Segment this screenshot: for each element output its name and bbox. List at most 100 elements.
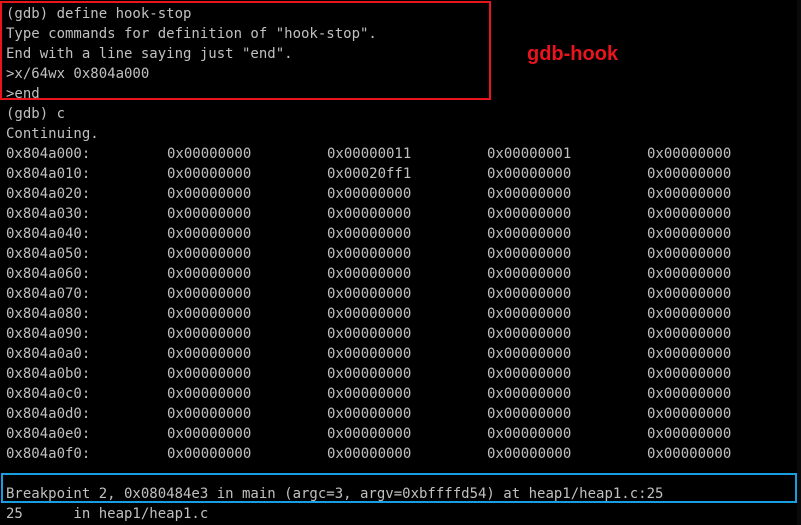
breakpoint-highlight-box bbox=[1, 473, 797, 503]
memory-word: 0x00000000 bbox=[167, 446, 252, 462]
memory-address: 0x804a050: bbox=[6, 246, 91, 262]
memory-row: 0x804a010: 0x00000000 0x00020ff1 0x00000000… bbox=[0, 164, 801, 184]
memory-word: 0x00000000 bbox=[647, 326, 732, 342]
memory-word: 0x00000000 bbox=[167, 306, 252, 322]
memory-word: 0x00000000 bbox=[167, 386, 252, 402]
gdb-continuing-line: Continuing. bbox=[6, 126, 99, 142]
memory-word: 0x00000000 bbox=[167, 286, 252, 302]
memory-row: 0x804a0b0: 0x00000000 0x00000000 0x00000000… bbox=[0, 364, 801, 384]
memory-word: 0x00000000 bbox=[327, 186, 412, 202]
memory-word: 0x00000000 bbox=[327, 406, 412, 422]
memory-word: 0x00000000 bbox=[487, 266, 572, 282]
memory-word: 0x00000000 bbox=[647, 286, 732, 302]
memory-address: 0x804a0a0: bbox=[6, 346, 91, 362]
memory-word: 0x00000000 bbox=[327, 286, 412, 302]
memory-word: 0x00000000 bbox=[647, 166, 732, 182]
memory-row: 0x804a0a0: 0x00000000 0x00000000 0x00000000… bbox=[0, 344, 801, 364]
memory-word: 0x00000000 bbox=[487, 166, 572, 182]
memory-word: 0x00000011 bbox=[327, 146, 412, 162]
memory-address: 0x804a060: bbox=[6, 266, 91, 282]
memory-word: 0x00000000 bbox=[647, 246, 732, 262]
memory-word: 0x00000000 bbox=[167, 186, 252, 202]
memory-word: 0x00000000 bbox=[647, 266, 732, 282]
memory-word: 0x00000000 bbox=[647, 306, 732, 322]
memory-word: 0x00000000 bbox=[487, 186, 572, 202]
memory-word: 0x00000000 bbox=[647, 346, 732, 362]
memory-row: 0x804a090: 0x00000000 0x00000000 0x00000000… bbox=[0, 324, 801, 344]
memory-word: 0x00000000 bbox=[167, 206, 252, 222]
memory-word: 0x00000000 bbox=[487, 406, 572, 422]
memory-address: 0x804a070: bbox=[6, 286, 91, 302]
memory-address: 0x804a0d0: bbox=[6, 406, 91, 422]
memory-word: 0x00000000 bbox=[487, 346, 572, 362]
memory-row: 0x804a0f0: 0x00000000 0x00000000 0x00000000… bbox=[0, 444, 801, 464]
memory-word: 0x00000000 bbox=[167, 266, 252, 282]
memory-word: 0x00000000 bbox=[167, 246, 252, 262]
memory-row: 0x804a040: 0x00000000 0x00000000 0x00000000… bbox=[0, 224, 801, 244]
gdb-hook-annotation: gdb-hook bbox=[527, 43, 619, 65]
memory-word: 0x00000000 bbox=[327, 346, 412, 362]
scrollbar[interactable] bbox=[797, 0, 801, 525]
memory-word: 0x00000000 bbox=[647, 206, 732, 222]
memory-row: 0x804a060: 0x00000000 0x00000000 0x00000000… bbox=[0, 264, 801, 284]
memory-word: 0x00000000 bbox=[327, 446, 412, 462]
memory-word: 0x00000000 bbox=[487, 206, 572, 222]
memory-word: 0x00000000 bbox=[327, 366, 412, 382]
memory-word: 0x00000000 bbox=[487, 426, 572, 442]
memory-address: 0x804a0c0: bbox=[6, 386, 91, 402]
memory-word: 0x00000000 bbox=[647, 386, 732, 402]
memory-word: 0x00000000 bbox=[327, 426, 412, 442]
memory-word: 0x00000000 bbox=[487, 306, 572, 322]
memory-address: 0x804a0e0: bbox=[6, 426, 91, 442]
memory-row: 0x804a0c0: 0x00000000 0x00000000 0x00000000… bbox=[0, 384, 801, 404]
memory-row: 0x804a070: 0x00000000 0x00000000 0x00000000… bbox=[0, 284, 801, 304]
memory-word: 0x00000000 bbox=[327, 206, 412, 222]
memory-word: 0x00000000 bbox=[167, 226, 252, 242]
memory-address: 0x804a030: bbox=[6, 206, 91, 222]
memory-row: 0x804a050: 0x00000000 0x00000000 0x00000000… bbox=[0, 244, 801, 264]
memory-row: 0x804a020: 0x00000000 0x00000000 0x00000000… bbox=[0, 184, 801, 204]
memory-word: 0x00000000 bbox=[167, 166, 252, 182]
memory-word: 0x00000000 bbox=[327, 266, 412, 282]
gdb-continue-command-line: (gdb) c bbox=[6, 106, 66, 122]
memory-row: 0x804a030: 0x00000000 0x00000000 0x00000000… bbox=[0, 204, 801, 224]
memory-address: 0x804a0b0: bbox=[6, 366, 91, 382]
memory-word: 0x00000000 bbox=[647, 226, 732, 242]
memory-word: 0x00000000 bbox=[327, 226, 412, 242]
terminal-window[interactable]: (gdb) define hook-stop Type commands for… bbox=[0, 0, 801, 525]
memory-word: 0x00000000 bbox=[327, 246, 412, 262]
memory-word: 0x00000001 bbox=[487, 146, 572, 162]
memory-word: 0x00000000 bbox=[487, 286, 572, 302]
hook-highlight-box bbox=[0, 1, 491, 100]
memory-word: 0x00000000 bbox=[487, 386, 572, 402]
memory-word: 0x00000000 bbox=[647, 406, 732, 422]
memory-word: 0x00000000 bbox=[487, 226, 572, 242]
memory-word: 0x00000000 bbox=[487, 246, 572, 262]
memory-word: 0x00000000 bbox=[327, 326, 412, 342]
memory-word: 0x00000000 bbox=[167, 146, 252, 162]
memory-word: 0x00000000 bbox=[167, 346, 252, 362]
memory-word: 0x00000000 bbox=[487, 326, 572, 342]
memory-word: 0x00000000 bbox=[647, 446, 732, 462]
memory-address: 0x804a000: bbox=[6, 146, 91, 162]
memory-word: 0x00000000 bbox=[647, 146, 732, 162]
memory-word: 0x00000000 bbox=[167, 406, 252, 422]
memory-address: 0x804a090: bbox=[6, 326, 91, 342]
memory-word: 0x00000000 bbox=[647, 366, 732, 382]
memory-address: 0x804a010: bbox=[6, 166, 91, 182]
memory-row: 0x804a0d0: 0x00000000 0x00000000 0x00000000… bbox=[0, 404, 801, 424]
source-location-line: 25 in heap1/heap1.c bbox=[6, 506, 209, 522]
memory-row: 0x804a080: 0x00000000 0x00000000 0x00000000… bbox=[0, 304, 801, 324]
memory-word: 0x00000000 bbox=[647, 186, 732, 202]
memory-row: 0x804a0e0: 0x00000000 0x00000000 0x00000000… bbox=[0, 424, 801, 444]
memory-word: 0x00000000 bbox=[487, 446, 572, 462]
memory-address: 0x804a020: bbox=[6, 186, 91, 202]
memory-word: 0x00000000 bbox=[487, 366, 572, 382]
memory-word: 0x00020ff1 bbox=[327, 166, 412, 182]
memory-word: 0x00000000 bbox=[167, 366, 252, 382]
memory-word: 0x00000000 bbox=[167, 326, 252, 342]
memory-word: 0x00000000 bbox=[647, 426, 732, 442]
memory-address: 0x804a080: bbox=[6, 306, 91, 322]
memory-row: 0x804a000: 0x00000000 0x00000011 0x00000001… bbox=[0, 144, 801, 164]
memory-word: 0x00000000 bbox=[327, 386, 412, 402]
